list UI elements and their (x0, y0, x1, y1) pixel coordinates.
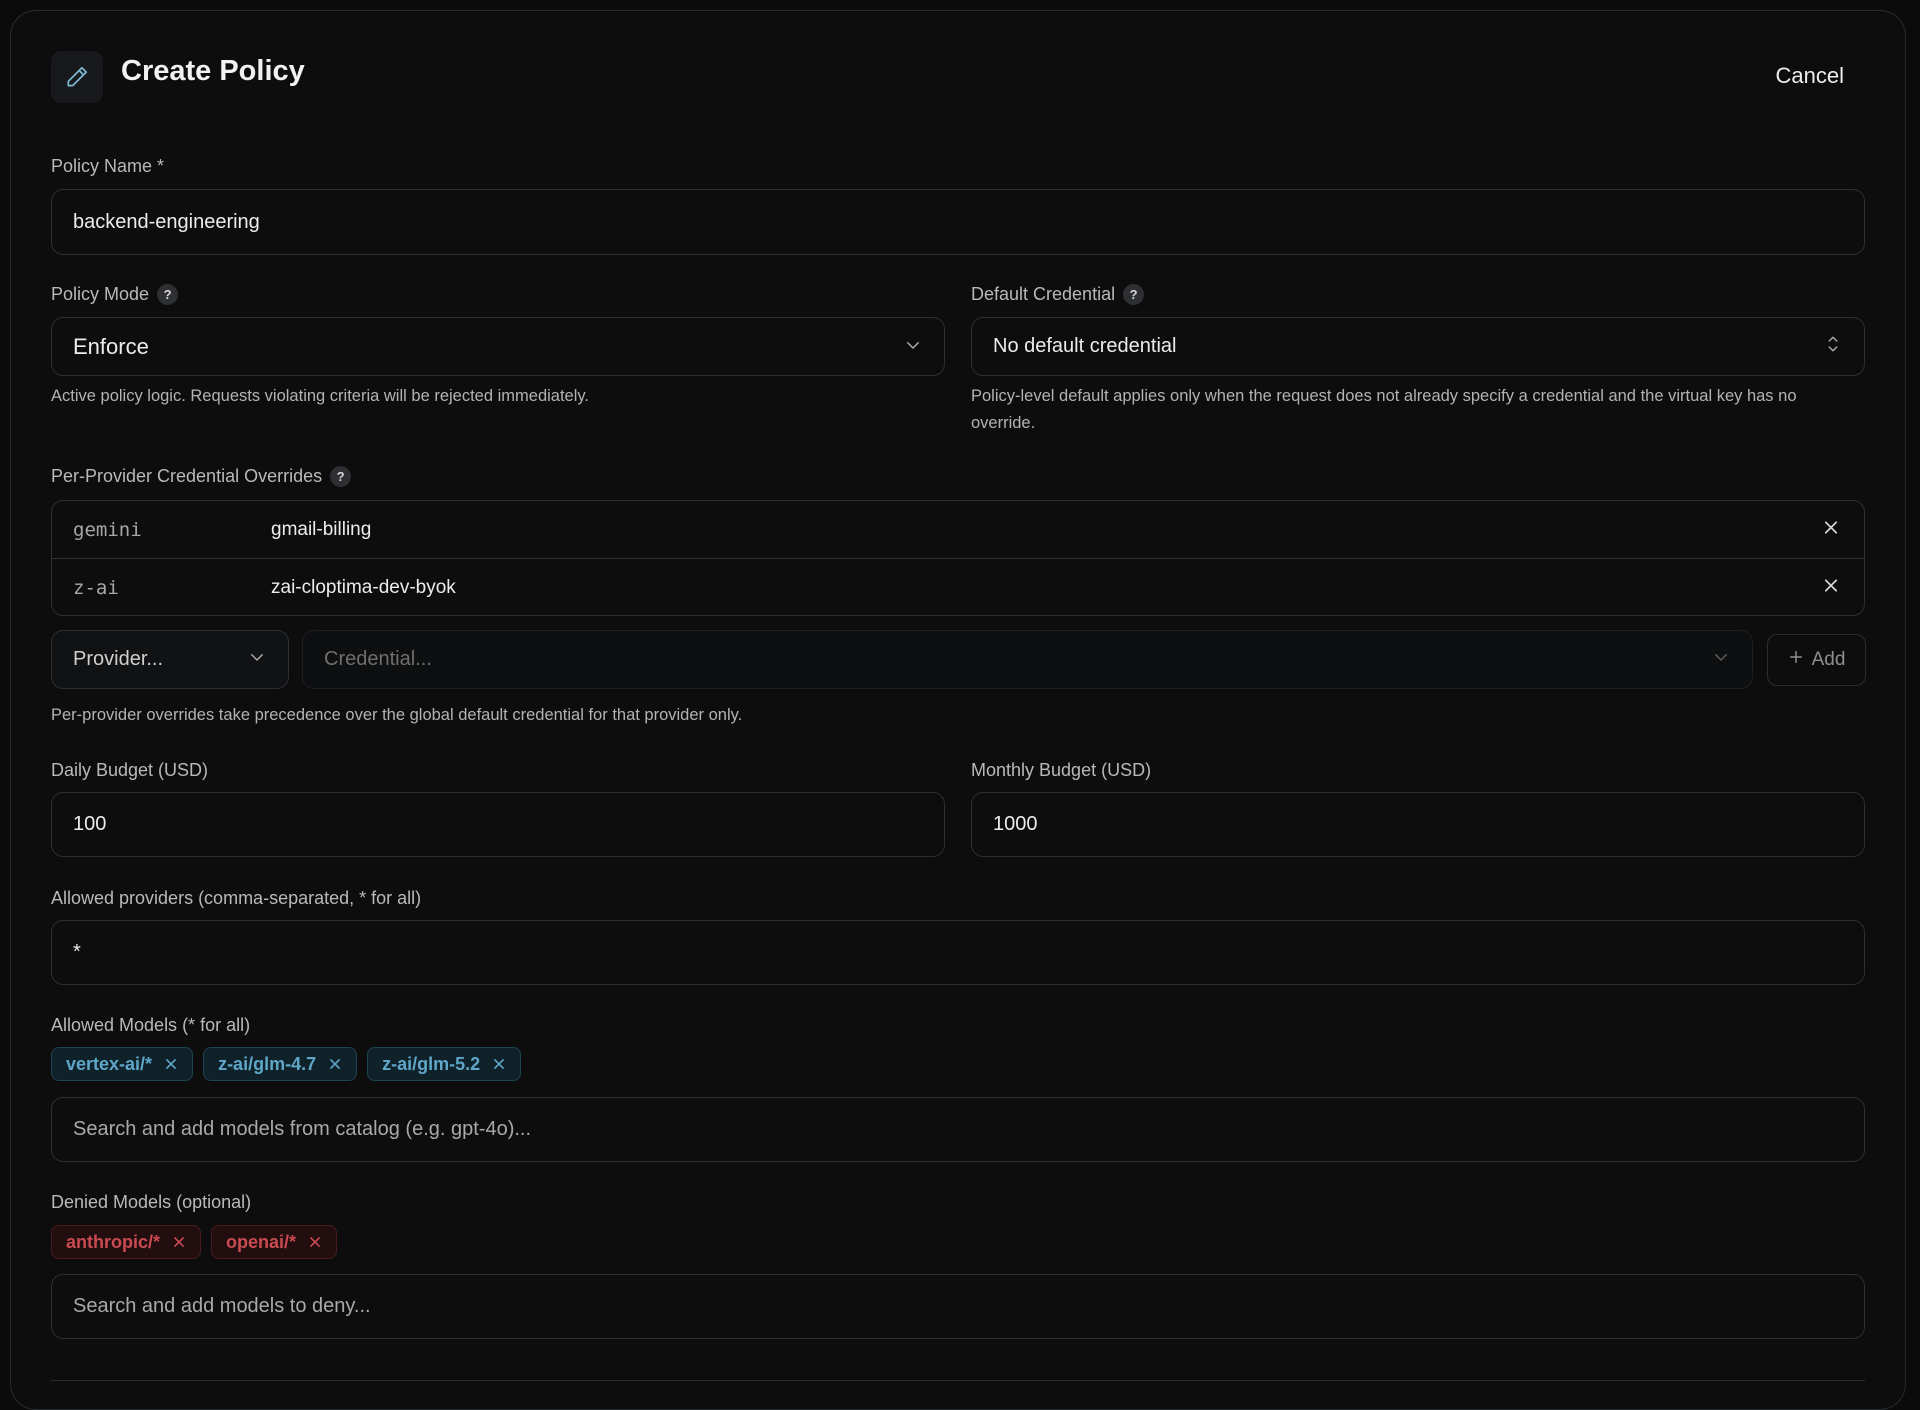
allowed-models-placeholder: Search and add models from catalog (e.g.… (73, 1118, 532, 1140)
add-label: Add (1811, 649, 1846, 670)
denied-models-label: Denied Models (optional) (51, 1192, 252, 1212)
allowed-providers-input[interactable]: * (51, 920, 1865, 985)
chevron-down-icon (1712, 648, 1730, 672)
denied-models-placeholder: Search and add models to deny... (73, 1295, 371, 1317)
allowed-providers-label: Allowed providers (comma-separated, * fo… (51, 888, 422, 908)
pencil-icon (51, 51, 103, 103)
denied-models-chips: anthropic/* openai/* (51, 1225, 338, 1259)
policy-mode-hint: Active policy logic. Requests violating … (51, 387, 589, 405)
monthly-budget-value: 1000 (993, 813, 1038, 835)
overrides-hint: Per-provider overrides take precedence o… (51, 706, 743, 724)
close-icon[interactable] (308, 1235, 322, 1249)
allowed-model-chip: z-ai/glm-4.7 (203, 1047, 358, 1081)
chevron-down-icon (904, 334, 922, 360)
denied-model-chip: openai/* (211, 1225, 338, 1259)
provider-select[interactable]: Provider... (51, 630, 289, 689)
close-icon[interactable] (1822, 576, 1840, 599)
policy-name-label: Policy Name * (51, 156, 165, 176)
close-icon[interactable] (492, 1057, 506, 1071)
close-icon[interactable] (1822, 518, 1840, 541)
default-credential-hint: Policy-level default applies only when t… (971, 387, 1797, 432)
override-provider: gemini (73, 518, 142, 541)
allowed-model-chip: z-ai/glm-5.2 (367, 1047, 522, 1081)
credential-select[interactable]: Credential... (302, 630, 1753, 689)
allowed-providers-value: * (73, 941, 81, 963)
overrides-label: Per-Provider Credential Overrides ? (51, 466, 352, 487)
override-provider: z-ai (73, 576, 119, 599)
override-row: gemini gmail-billing (52, 501, 1864, 558)
chevron-up-down-icon (1824, 333, 1842, 361)
daily-budget-label: Daily Budget (USD) (51, 760, 209, 780)
default-credential-value: No default credential (993, 335, 1177, 357)
monthly-budget-input[interactable]: 1000 (971, 792, 1865, 857)
daily-budget-input[interactable]: 100 (51, 792, 945, 857)
help-icon[interactable]: ? (157, 284, 179, 305)
close-icon[interactable] (164, 1057, 178, 1071)
policy-mode-label: Policy Mode ? (51, 284, 179, 305)
daily-budget-value: 100 (73, 813, 107, 835)
allowed-model-chip: vertex-ai/* (51, 1047, 194, 1081)
allowed-models-search-input[interactable]: Search and add models from catalog (e.g.… (51, 1097, 1865, 1162)
default-credential-select[interactable]: No default credential (971, 317, 1865, 376)
divider (51, 1380, 1865, 1381)
monthly-budget-label: Monthly Budget (USD) (971, 760, 1152, 780)
denied-model-chip: anthropic/* (51, 1225, 202, 1259)
help-icon[interactable]: ? (1123, 284, 1145, 305)
allowed-models-chips: vertex-ai/* z-ai/glm-4.7 z-ai/glm-5.2 (51, 1047, 522, 1081)
chevron-down-icon (248, 648, 266, 672)
policy-mode-select[interactable]: Enforce (51, 317, 945, 376)
allowed-models-label: Allowed Models (* for all) (51, 1015, 251, 1035)
override-row: z-ai zai-cloptima-dev-byok (52, 558, 1864, 616)
policy-name-value: backend-engineering (73, 210, 260, 233)
override-credential: gmail-billing (271, 518, 372, 540)
policy-name-input[interactable]: backend-engineering (51, 189, 1865, 255)
policy-mode-value: Enforce (73, 333, 149, 359)
add-override-button[interactable]: Add (1767, 634, 1866, 686)
provider-placeholder: Provider... (73, 648, 164, 670)
override-credential: zai-cloptima-dev-byok (271, 576, 456, 598)
plus-icon (1788, 649, 1804, 671)
help-icon[interactable]: ? (330, 466, 352, 487)
page-title: Create Policy (121, 55, 305, 87)
overrides-table: gemini gmail-billing z-ai zai-cloptima-d… (51, 500, 1865, 616)
default-credential-label: Default Credential ? (971, 284, 1145, 305)
credential-placeholder: Credential... (324, 648, 432, 670)
close-icon[interactable] (172, 1235, 186, 1249)
close-icon[interactable] (328, 1057, 342, 1071)
cancel-button[interactable]: Cancel (1776, 63, 1844, 89)
denied-models-search-input[interactable]: Search and add models to deny... (51, 1274, 1865, 1339)
